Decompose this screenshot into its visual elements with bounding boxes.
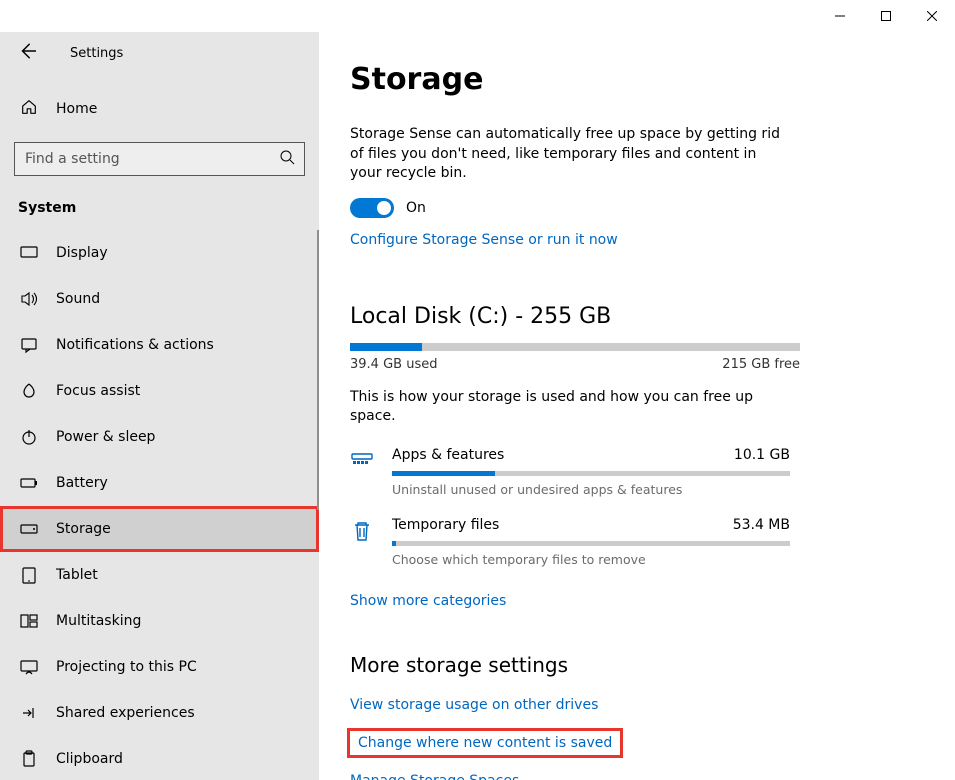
- tablet-icon: [20, 566, 38, 584]
- shared-icon: [20, 704, 38, 722]
- window-titlebar: [0, 0, 955, 32]
- main-content: Storage Storage Sense can automatically …: [320, 32, 955, 780]
- nav-label: Projecting to this PC: [56, 659, 197, 675]
- category-name: Apps & features: [392, 447, 504, 463]
- app-title: Settings: [60, 46, 123, 61]
- nav-label: Focus assist: [56, 383, 140, 399]
- link-view-other-drives[interactable]: View storage usage on other drives: [350, 697, 598, 713]
- display-icon: [20, 244, 38, 262]
- nav-label: Power & sleep: [56, 429, 155, 445]
- sidebar-item-focus-assist[interactable]: Focus assist: [0, 368, 319, 414]
- close-button[interactable]: [909, 0, 955, 32]
- nav-label: Notifications & actions: [56, 337, 214, 353]
- disk-title: Local Disk (C:) - 255 GB: [350, 304, 955, 329]
- show-more-categories-link[interactable]: Show more categories: [350, 593, 506, 609]
- focus-assist-icon: [20, 382, 38, 400]
- sidebar-item-multitasking[interactable]: Multitasking: [0, 598, 319, 644]
- nav-label: Storage: [56, 521, 111, 537]
- page-title: Storage: [350, 62, 955, 97]
- minimize-button[interactable]: [817, 0, 863, 32]
- toggle-label: On: [406, 200, 426, 216]
- category-apps-features[interactable]: Apps & features 10.1 GB Uninstall unused…: [350, 447, 790, 497]
- maximize-button[interactable]: [863, 0, 909, 32]
- category-name: Temporary files: [392, 517, 499, 533]
- disk-used-label: 39.4 GB used: [350, 357, 437, 372]
- back-button[interactable]: [18, 42, 36, 64]
- category-size: 53.4 MB: [733, 517, 790, 533]
- category-temporary-files[interactable]: Temporary files 53.4 MB Choose which tem…: [350, 517, 790, 567]
- home-icon: [20, 98, 38, 120]
- notifications-icon: [20, 336, 38, 354]
- disk-usage-bar: [350, 343, 800, 351]
- sidebar-item-battery[interactable]: Battery: [0, 460, 319, 506]
- search-input[interactable]: [14, 142, 305, 176]
- clipboard-icon: [20, 750, 38, 768]
- sidebar-item-storage[interactable]: Storage: [0, 506, 319, 552]
- nav-label: Display: [56, 245, 108, 261]
- category-size: 10.1 GB: [734, 447, 790, 463]
- nav-label: Multitasking: [56, 613, 141, 629]
- sidebar-item-power-sleep[interactable]: Power & sleep: [0, 414, 319, 460]
- nav-label: Shared experiences: [56, 705, 195, 721]
- disk-free-label: 215 GB free: [722, 357, 800, 372]
- projecting-icon: [20, 658, 38, 676]
- sidebar-item-sound[interactable]: Sound: [0, 276, 319, 322]
- link-manage-storage-spaces[interactable]: Manage Storage Spaces: [350, 773, 519, 780]
- more-settings-header: More storage settings: [350, 653, 955, 677]
- sidebar: Settings Home System Display Sound: [0, 32, 320, 780]
- sound-icon: [20, 290, 38, 308]
- sidebar-item-tablet[interactable]: Tablet: [0, 552, 319, 598]
- storage-sense-toggle[interactable]: [350, 198, 394, 218]
- trash-icon: [350, 519, 374, 543]
- storage-sense-description: Storage Sense can automatically free up …: [350, 125, 790, 184]
- sidebar-home[interactable]: Home: [0, 84, 319, 134]
- sidebar-item-display[interactable]: Display: [0, 230, 319, 276]
- scrollbar[interactable]: [317, 230, 319, 510]
- power-icon: [20, 428, 38, 446]
- usage-description: This is how your storage is used and how…: [350, 388, 790, 427]
- nav-label: Clipboard: [56, 751, 123, 767]
- nav-label: Battery: [56, 475, 108, 491]
- apps-icon: [350, 449, 374, 473]
- battery-icon: [20, 474, 38, 492]
- configure-storage-sense-link[interactable]: Configure Storage Sense or run it now: [350, 232, 618, 248]
- nav-label: Tablet: [56, 567, 98, 583]
- sidebar-item-notifications[interactable]: Notifications & actions: [0, 322, 319, 368]
- category-sub: Choose which temporary files to remove: [392, 552, 790, 567]
- nav-label: Sound: [56, 291, 100, 307]
- sidebar-category: System: [0, 176, 319, 230]
- sidebar-item-projecting[interactable]: Projecting to this PC: [0, 644, 319, 690]
- sidebar-item-clipboard[interactable]: Clipboard: [0, 736, 319, 780]
- storage-icon: [20, 520, 38, 538]
- sidebar-item-shared-experiences[interactable]: Shared experiences: [0, 690, 319, 736]
- multitasking-icon: [20, 612, 38, 630]
- category-sub: Uninstall unused or undesired apps & fea…: [392, 482, 790, 497]
- link-change-content-location[interactable]: Change where new content is saved: [350, 731, 620, 755]
- home-label: Home: [56, 101, 97, 117]
